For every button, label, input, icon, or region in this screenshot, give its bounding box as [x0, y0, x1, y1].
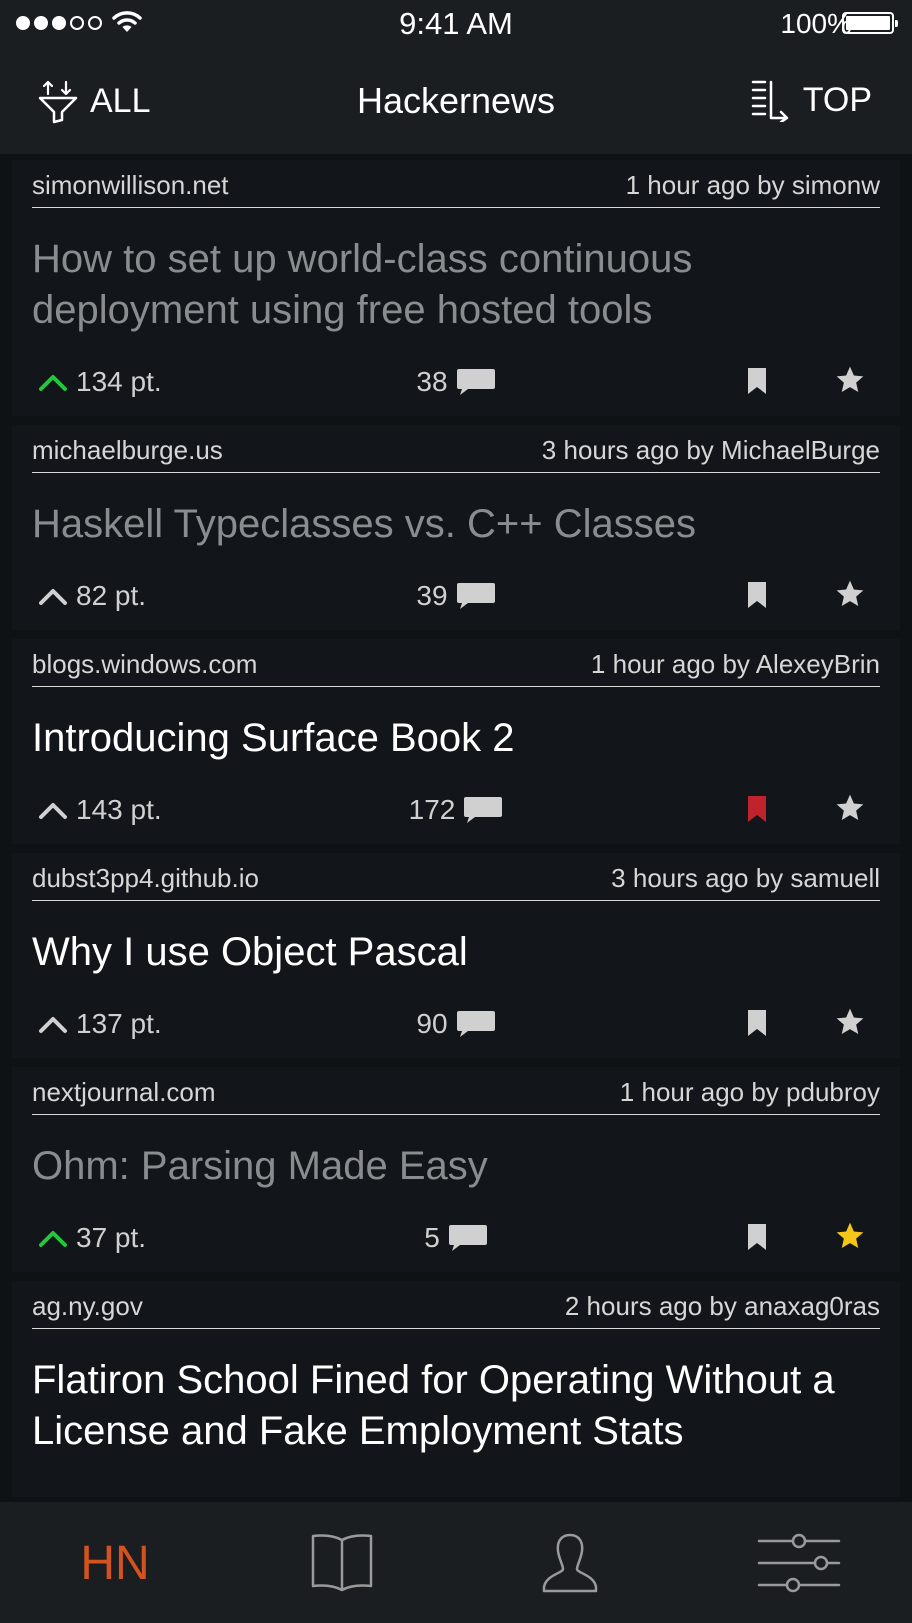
tab-hn[interactable]: HN: [60, 1530, 170, 1596]
status-bar: 9:41 AM 100%: [0, 0, 912, 50]
comments-button[interactable]: [456, 1009, 496, 1039]
star-icon[interactable]: [834, 1006, 866, 1045]
story-meta: ag.ny.gov 2 hours ago by anaxag0ras: [32, 1281, 880, 1329]
story-actions: 137 pt. 90: [32, 996, 880, 1058]
story-actions: 134 pt. 38: [32, 354, 880, 416]
points-count: 82 pt.: [76, 580, 147, 611]
star-icon[interactable]: [834, 1220, 866, 1259]
story-byline: 1 hour ago by simonw: [625, 170, 880, 200]
points-count: 134 pt.: [76, 366, 162, 397]
comments-button[interactable]: [448, 1223, 488, 1253]
comments-button[interactable]: [456, 367, 496, 397]
navigation-bar: ALL Hackernews TOP: [0, 50, 912, 154]
filter-funnel-icon: [38, 80, 78, 124]
comment-bubble-icon: [464, 797, 503, 823]
filter-button[interactable]: ALL: [36, 78, 151, 124]
upvote-icon: [39, 803, 67, 819]
story-actions: 143 pt. 172: [32, 782, 880, 844]
story-card[interactable]: blogs.windows.com 1 hour ago by AlexeyBr…: [12, 639, 900, 844]
tab-profile[interactable]: [515, 1530, 625, 1596]
comments-count[interactable]: 5: [424, 1222, 440, 1254]
upvote-button[interactable]: 137 pt.: [38, 1008, 162, 1040]
bookmark-icon[interactable]: [746, 580, 768, 617]
comment-bubble-icon: [456, 369, 495, 395]
comment-bubble-icon: [456, 1011, 495, 1037]
upvote-button[interactable]: 82 pt.: [38, 580, 146, 612]
story-card[interactable]: simonwillison.net 1 hour ago by simonw H…: [12, 160, 900, 416]
story-byline: 3 hours ago by MichaelBurge: [541, 435, 880, 465]
story-meta: michaelburge.us 3 hours ago by MichaelBu…: [32, 425, 880, 473]
battery-icon: [842, 12, 898, 34]
upvote-icon: [39, 589, 67, 605]
sort-button[interactable]: TOP: [749, 78, 872, 122]
sliders-icon: [757, 1533, 841, 1593]
comment-bubble-icon: [448, 1225, 487, 1251]
upvote-icon: [39, 1017, 67, 1033]
bookmark-icon[interactable]: [746, 794, 768, 831]
comments-button[interactable]: [456, 581, 496, 611]
tab-reading-list[interactable]: [287, 1530, 397, 1596]
bookmark-icon[interactable]: [746, 1008, 768, 1045]
bookmark-icon[interactable]: [746, 1222, 768, 1259]
comments-count[interactable]: 38: [416, 366, 447, 398]
comments-count[interactable]: 90: [416, 1008, 447, 1040]
star-icon[interactable]: [834, 364, 866, 403]
story-card[interactable]: ag.ny.gov 2 hours ago by anaxag0ras Flat…: [12, 1281, 900, 1497]
story-byline: 3 hours ago by samuell: [611, 863, 880, 893]
story-title[interactable]: Why I use Object Pascal: [32, 901, 880, 996]
story-meta: nextjournal.com 1 hour ago by pdubroy: [32, 1067, 880, 1115]
sort-label: TOP: [802, 80, 872, 119]
tab-settings[interactable]: [744, 1530, 854, 1596]
story-card[interactable]: nextjournal.com 1 hour ago by pdubroy Oh…: [12, 1067, 900, 1272]
story-domain[interactable]: michaelburge.us: [32, 435, 223, 466]
comments-button[interactable]: [463, 795, 503, 825]
tab-bar: HN: [0, 1502, 912, 1623]
sort-descending-icon: [751, 80, 788, 122]
user-icon: [542, 1533, 598, 1593]
story-actions: 82 pt. 39: [32, 568, 880, 630]
story-domain[interactable]: nextjournal.com: [32, 1077, 216, 1108]
story-domain[interactable]: ag.ny.gov: [32, 1291, 143, 1322]
upvote-button[interactable]: 143 pt.: [38, 794, 162, 826]
comment-bubble-icon: [456, 583, 495, 609]
story-domain[interactable]: simonwillison.net: [32, 170, 229, 201]
comments-count[interactable]: 39: [416, 580, 447, 612]
status-time: 9:41 AM: [399, 6, 513, 41]
points-count: 137 pt.: [76, 1008, 162, 1039]
story-list: simonwillison.net 1 hour ago by simonw H…: [0, 160, 912, 1506]
story-byline: 1 hour ago by AlexeyBrin: [590, 649, 880, 679]
points-count: 143 pt.: [76, 794, 162, 825]
story-meta: dubst3pp4.github.io 3 hours ago by samue…: [32, 853, 880, 901]
upvote-icon: [39, 375, 67, 391]
story-title[interactable]: Haskell Typeclasses vs. C++ Classes: [32, 473, 880, 568]
story-byline: 1 hour ago by pdubroy: [619, 1077, 880, 1107]
star-icon[interactable]: [834, 578, 866, 617]
page-title: Hackernews: [356, 80, 556, 121]
bookmark-icon[interactable]: [746, 366, 768, 403]
star-icon[interactable]: [834, 792, 866, 831]
story-meta: simonwillison.net 1 hour ago by simonw: [32, 160, 880, 208]
filter-label: ALL: [90, 81, 151, 120]
story-meta: blogs.windows.com 1 hour ago by AlexeyBr…: [32, 639, 880, 687]
story-domain[interactable]: dubst3pp4.github.io: [32, 863, 259, 894]
upvote-button[interactable]: 37 pt.: [38, 1222, 146, 1254]
story-card[interactable]: michaelburge.us 3 hours ago by MichaelBu…: [12, 425, 900, 630]
story-title[interactable]: Ohm: Parsing Made Easy: [32, 1115, 880, 1210]
story-domain[interactable]: blogs.windows.com: [32, 649, 257, 680]
story-title[interactable]: Flatiron School Fined for Operating With…: [32, 1329, 880, 1497]
upvote-button[interactable]: 134 pt.: [38, 366, 162, 398]
story-byline: 2 hours ago by anaxag0ras: [564, 1291, 880, 1321]
story-title[interactable]: How to set up world-class continuous dep…: [32, 208, 880, 354]
points-count: 37 pt.: [76, 1222, 147, 1253]
story-card[interactable]: dubst3pp4.github.io 3 hours ago by samue…: [12, 853, 900, 1058]
story-title[interactable]: Introducing Surface Book 2: [32, 687, 880, 782]
comments-count[interactable]: 172: [409, 794, 456, 826]
open-book-icon: [311, 1534, 373, 1592]
story-actions: 37 pt. 5: [32, 1210, 880, 1272]
upvote-icon: [39, 1231, 67, 1247]
